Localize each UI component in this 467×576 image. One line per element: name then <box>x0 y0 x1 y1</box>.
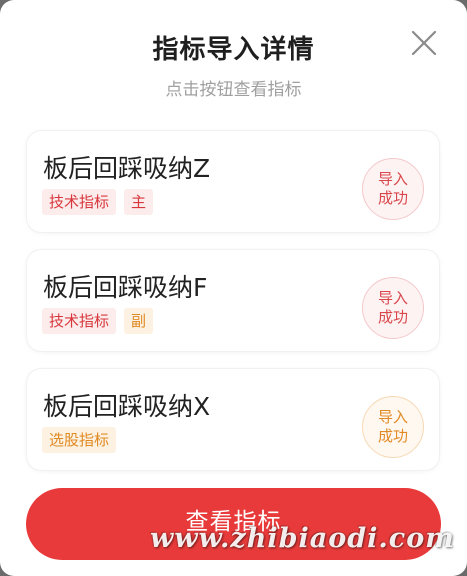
badge-line-1: 导入 <box>377 170 408 188</box>
tag-stock-selection: 选股指标 <box>42 427 117 453</box>
import-details-dialog: 指标导入详情 点击按钮查看指标 板后回踩吸纳Z 技术指标 主 导入 成功 板后回… <box>0 0 467 576</box>
badge-line-1: 导入 <box>377 408 408 426</box>
dialog-title: 指标导入详情 <box>152 35 315 65</box>
tag-technical: 技术指标 <box>42 308 117 334</box>
indicator-card[interactable]: 板后回踩吸纳F 技术指标 副 导入 成功 <box>27 250 439 351</box>
indicator-name: 板后回踩吸纳F <box>43 273 208 302</box>
import-success-badge: 导入 成功 <box>362 396 424 458</box>
indicator-name: 板后回踩吸纳Z <box>43 154 211 183</box>
tag-main: 主 <box>124 189 154 215</box>
badge-line-2: 成功 <box>377 189 408 207</box>
watermark: www.zhibiaodi.com <box>150 523 455 554</box>
indicator-tags: 技术指标 副 <box>42 308 154 334</box>
import-success-badge: 导入 成功 <box>362 158 424 220</box>
tag-technical: 技术指标 <box>42 189 117 215</box>
indicator-card[interactable]: 板后回踩吸纳X 选股指标 导入 成功 <box>27 369 439 470</box>
badge-line-2: 成功 <box>377 427 408 445</box>
close-icon[interactable] <box>405 24 443 62</box>
tag-secondary: 副 <box>124 308 154 334</box>
indicator-card[interactable]: 板后回踩吸纳Z 技术指标 主 导入 成功 <box>27 131 439 232</box>
import-success-badge: 导入 成功 <box>362 277 424 339</box>
indicator-tags: 选股指标 <box>42 427 117 453</box>
indicator-name: 板后回踩吸纳X <box>43 392 211 421</box>
indicator-tags: 技术指标 主 <box>42 189 154 215</box>
badge-line-1: 导入 <box>377 289 408 307</box>
dialog-subtitle: 点击按钮查看指标 <box>165 80 302 100</box>
badge-line-2: 成功 <box>377 308 408 326</box>
